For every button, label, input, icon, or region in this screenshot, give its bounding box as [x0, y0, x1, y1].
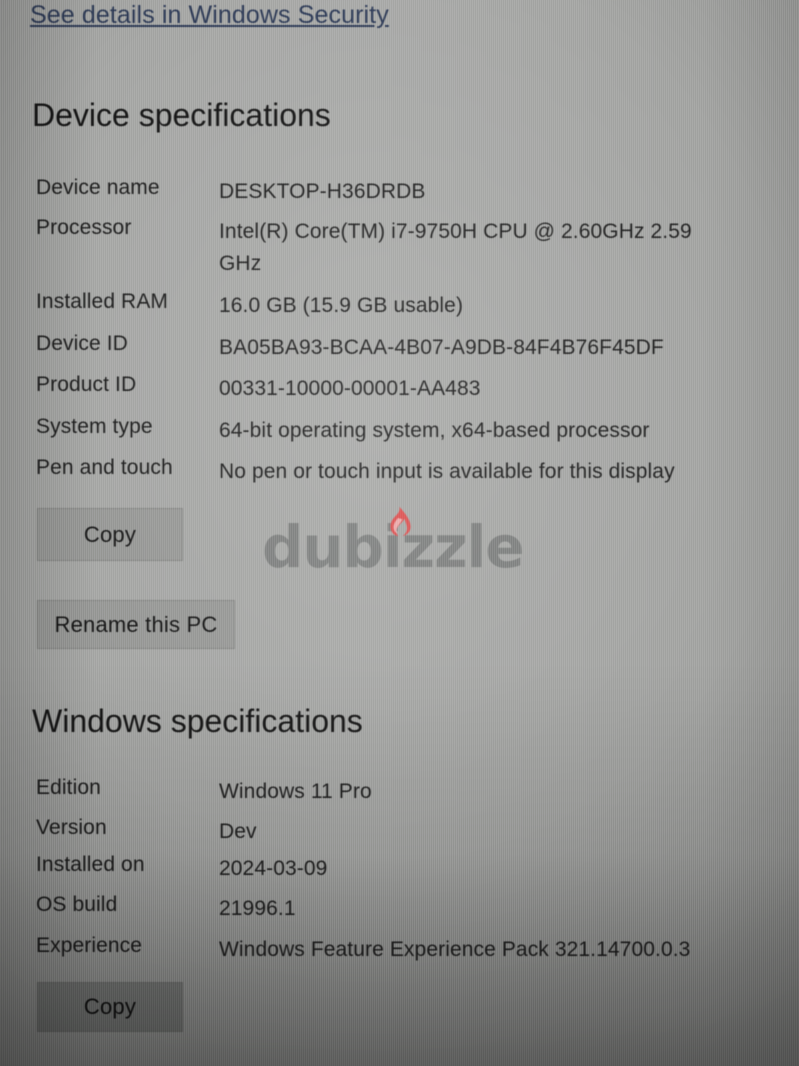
spec-value-os-build: 21996.1 [219, 897, 296, 920]
spec-value-version: Dev [219, 820, 257, 843]
spec-label-experience: Experience [36, 934, 143, 957]
spec-label-version: Version [36, 816, 107, 839]
dubizzle-watermark: dubizzle [262, 506, 532, 581]
spec-value-installed-ram: 16.0 GB (15.9 GB usable) [219, 294, 464, 317]
spec-value-experience: Windows Feature Experience Pack 321.1470… [219, 938, 691, 961]
spec-label-installed-on: Installed on [36, 853, 145, 876]
spec-value-system-type: 64-bit operating system, x64-based proce… [219, 419, 650, 442]
spec-label-processor: Processor [36, 216, 132, 239]
device-specifications-heading: Device specifications [32, 97, 331, 133]
spec-label-os-build: OS build [36, 893, 118, 916]
windows-specifications-heading: Windows specifications [32, 703, 363, 739]
spec-value-processor: Intel(R) Core(TM) i7-9750H CPU @ 2.60GHz… [219, 220, 692, 275]
spec-label-device-id: Device ID [36, 332, 128, 355]
copy-windows-specs-button[interactable]: Copy [37, 982, 183, 1032]
flame-icon [390, 506, 411, 537]
spec-value-pen-and-touch: No pen or touch input is available for t… [219, 460, 675, 483]
spec-label-edition: Edition [36, 776, 101, 799]
spec-label-system-type: System type [36, 415, 153, 438]
rename-this-pc-button[interactable]: Rename this PC [37, 600, 235, 649]
copy-device-specs-button[interactable]: Copy [37, 508, 183, 561]
spec-label-product-id: Product ID [36, 373, 137, 396]
spec-value-device-name: DESKTOP-H36DRDB [219, 180, 426, 203]
spec-value-product-id: 00331-10000-00001-AA483 [219, 377, 481, 400]
see-details-in-windows-security-link[interactable]: See details in Windows Security [30, 1, 389, 30]
spec-label-device-name: Device name [36, 176, 160, 199]
settings-about-screenshot: See details in Windows Security Device s… [0, 0, 799, 1066]
spec-value-edition: Windows 11 Pro [219, 780, 372, 803]
spec-label-pen-and-touch: Pen and touch [36, 456, 173, 479]
spec-value-device-id: BA05BA93-BCAA-4B07-A9DB-84F4B76F45DF [219, 336, 664, 359]
spec-value-installed-on: 2024-03-09 [219, 857, 328, 880]
spec-label-installed-ram: Installed RAM [36, 290, 169, 313]
